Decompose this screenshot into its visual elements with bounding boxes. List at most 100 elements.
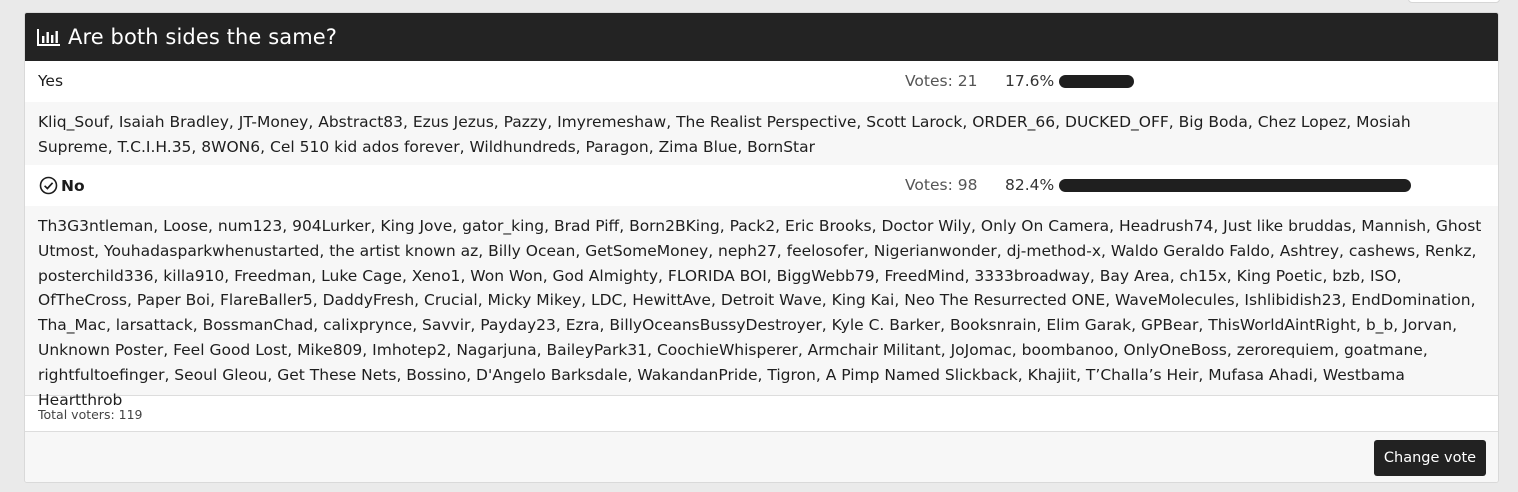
voter-name[interactable]: JT-Money bbox=[229, 113, 308, 131]
voter-name[interactable]: Doctor Wily bbox=[872, 217, 971, 235]
voter-name[interactable]: Get These Nets bbox=[267, 366, 396, 384]
voter-name[interactable]: T.C.I.H.35 bbox=[108, 138, 192, 156]
voter-name[interactable]: Won Won bbox=[460, 267, 542, 285]
voter-name[interactable]: boombanoo bbox=[1012, 341, 1114, 359]
voter-name[interactable]: dj-method-x bbox=[997, 242, 1101, 260]
voter-name[interactable]: WaveMolecules bbox=[1105, 291, 1234, 309]
voter-name[interactable]: BornStar bbox=[737, 138, 815, 156]
voter-name[interactable]: Xeno1 bbox=[402, 267, 461, 285]
voter-name[interactable]: larsattack bbox=[106, 316, 193, 334]
voter-name[interactable]: GPBear bbox=[1131, 316, 1198, 334]
voter-name[interactable]: Nigerianwonder bbox=[864, 242, 997, 260]
voter-name[interactable]: Ezus Jezus bbox=[403, 113, 494, 131]
voter-name[interactable]: BiggWebb79 bbox=[767, 267, 875, 285]
voter-name[interactable]: goatmane bbox=[1334, 341, 1423, 359]
voter-name[interactable]: HewittAve bbox=[622, 291, 711, 309]
voter-name[interactable]: FreedMind bbox=[875, 267, 965, 285]
voter-name[interactable]: Isaiah Bradley bbox=[109, 113, 229, 131]
voter-name[interactable]: Micky Mikey bbox=[478, 291, 581, 309]
voter-name[interactable]: DaddyFresh bbox=[313, 291, 414, 309]
voter-name[interactable]: God Almighty bbox=[543, 267, 658, 285]
voter-name[interactable]: zerorequiem bbox=[1227, 341, 1334, 359]
voter-name[interactable]: ORDER_66 bbox=[962, 113, 1055, 131]
voter-name[interactable]: cashews bbox=[1339, 242, 1415, 260]
voter-name[interactable]: Ezra bbox=[556, 316, 600, 334]
voter-name[interactable]: Neo The Resurrected ONE bbox=[894, 291, 1105, 309]
voter-name[interactable]: Tigron bbox=[758, 366, 816, 384]
voter-name[interactable]: Youhadasparkwhenustarted bbox=[94, 242, 319, 260]
voter-name[interactable]: Luke Cage bbox=[311, 267, 402, 285]
voter-name[interactable]: 904Lurker bbox=[282, 217, 370, 235]
voter-name[interactable]: Cel 510 kid ados forever bbox=[260, 138, 459, 156]
voter-name[interactable]: Seoul Gleou bbox=[164, 366, 267, 384]
voter-name[interactable]: BossmanChad bbox=[193, 316, 314, 334]
voter-name[interactable]: BaileyPark31 bbox=[537, 341, 648, 359]
voter-name[interactable]: ch15x bbox=[1170, 267, 1227, 285]
voter-name[interactable]: Zima Blue bbox=[649, 138, 738, 156]
voter-name[interactable]: The Realist Perspective bbox=[666, 113, 856, 131]
voter-name[interactable]: Only On Camera bbox=[971, 217, 1109, 235]
voter-name[interactable]: Savvir bbox=[412, 316, 470, 334]
change-vote-button[interactable]: Change vote bbox=[1374, 440, 1486, 476]
voter-name[interactable]: Khajiit bbox=[1018, 366, 1076, 384]
voter-name[interactable]: Abstract83 bbox=[308, 113, 403, 131]
voter-name[interactable]: Feel Good Lost bbox=[163, 341, 287, 359]
voter-name[interactable]: Ashtrey bbox=[1270, 242, 1339, 260]
voter-name[interactable]: Pazzy bbox=[494, 113, 547, 131]
voter-name[interactable]: ISO bbox=[1360, 267, 1396, 285]
voter-name[interactable]: Crucial bbox=[414, 291, 478, 309]
voter-name[interactable]: Big Boda bbox=[1169, 113, 1248, 131]
voter-name[interactable]: Detroit Wave bbox=[711, 291, 822, 309]
voter-name[interactable]: ThisWorldAintRight bbox=[1198, 316, 1356, 334]
voter-name[interactable]: Kliq_Souf bbox=[38, 113, 109, 131]
voter-name[interactable]: Ishlibidish23 bbox=[1235, 291, 1342, 309]
voter-name[interactable]: Kyle C. Barker bbox=[822, 316, 940, 334]
voter-name[interactable]: Headrush74 bbox=[1109, 217, 1213, 235]
voter-name[interactable]: BillyOceansBussyDestroyer bbox=[600, 316, 822, 334]
voter-name[interactable]: Freedman bbox=[224, 267, 311, 285]
voter-name[interactable]: Th3G3ntleman bbox=[38, 217, 153, 235]
voter-name[interactable]: killa910 bbox=[153, 267, 224, 285]
voter-name[interactable]: FLORIDA BOI bbox=[658, 267, 767, 285]
voter-name[interactable]: Imyremeshaw bbox=[547, 113, 666, 131]
voter-name[interactable]: the artist known az bbox=[319, 242, 478, 260]
voter-name[interactable]: Loose bbox=[153, 217, 208, 235]
voter-name[interactable]: Bay Area bbox=[1090, 267, 1170, 285]
voter-name[interactable]: Payday23 bbox=[470, 316, 555, 334]
voter-name[interactable]: b_b bbox=[1356, 316, 1393, 334]
voter-name[interactable]: num123 bbox=[208, 217, 282, 235]
voter-name[interactable]: neph27 bbox=[708, 242, 777, 260]
voter-name[interactable]: Billy Ocean bbox=[478, 242, 575, 260]
voter-name[interactable]: D'Angelo Barksdale bbox=[466, 366, 627, 384]
voter-name[interactable]: Bossino bbox=[396, 366, 466, 384]
voter-name[interactable]: JoJomac bbox=[941, 341, 1012, 359]
voter-name[interactable]: LDC bbox=[581, 291, 622, 309]
voter-name[interactable]: Imhotep2 bbox=[362, 341, 446, 359]
voter-name[interactable]: WakandanPride bbox=[628, 366, 758, 384]
voter-name[interactable]: Born2BKing bbox=[619, 217, 720, 235]
voter-name[interactable]: OnlyOneBoss bbox=[1114, 341, 1227, 359]
voter-name[interactable]: Booksnrain bbox=[940, 316, 1036, 334]
voter-name[interactable]: CoochieWhisperer bbox=[647, 341, 798, 359]
voter-name[interactable]: Armchair Militant bbox=[798, 341, 941, 359]
voter-name[interactable]: feelosofer bbox=[777, 242, 864, 260]
voter-name[interactable]: Eric Brooks bbox=[775, 217, 871, 235]
voter-name[interactable]: GetSomeMoney bbox=[575, 242, 708, 260]
voter-name[interactable]: Scott Larock bbox=[856, 113, 962, 131]
voter-name[interactable]: calixprynce bbox=[313, 316, 412, 334]
voter-name[interactable]: Chez Lopez bbox=[1248, 113, 1346, 131]
voter-name[interactable]: Paper Boi bbox=[127, 291, 210, 309]
voter-name[interactable]: Jorvan bbox=[1393, 316, 1452, 334]
voter-name[interactable]: King Kai bbox=[822, 291, 895, 309]
voter-name[interactable]: DUCKED_OFF bbox=[1055, 113, 1169, 131]
voter-name[interactable]: Mike809 bbox=[287, 341, 362, 359]
voter-name[interactable]: FlareBaller5 bbox=[210, 291, 313, 309]
voter-name[interactable]: gator_king bbox=[452, 217, 544, 235]
voter-name[interactable]: A Pimp Named Slickback bbox=[816, 366, 1018, 384]
voter-name[interactable]: EndDomination bbox=[1341, 291, 1470, 309]
voter-name[interactable]: 8WON6 bbox=[191, 138, 260, 156]
voter-name[interactable]: Mannish bbox=[1351, 217, 1426, 235]
voter-name[interactable]: Waldo Geraldo Faldo bbox=[1101, 242, 1270, 260]
voter-name[interactable]: bzb bbox=[1322, 267, 1360, 285]
voter-name[interactable]: King Poetic bbox=[1227, 267, 1323, 285]
